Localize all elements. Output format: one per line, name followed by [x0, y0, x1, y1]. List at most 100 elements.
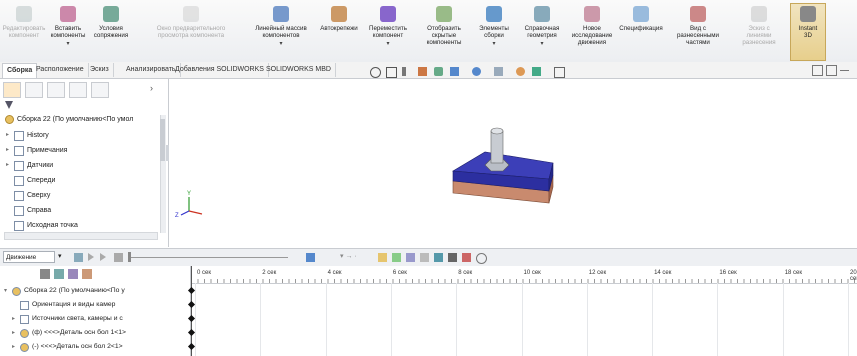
tree-item[interactable]: Справа [6, 204, 51, 217]
expand-icon[interactable]: ▸ [12, 313, 20, 325]
section-view-icon[interactable] [418, 67, 427, 76]
chevron-down-icon[interactable]: ▾ [58, 252, 62, 260]
ribbon-button-3[interactable]: Окно предварительного просмотра компонен… [138, 4, 244, 60]
motion-tree-row[interactable]: ▸ (ф) <<<>Деталь осн бол 1<1> [12, 327, 126, 339]
expand-icon[interactable]: ▸ [6, 129, 12, 142]
display-style-icon[interactable] [472, 67, 481, 76]
motion-tree-filter-icons [40, 269, 160, 279]
expand-icon[interactable]: ▸ [12, 327, 20, 339]
tree-item[interactable]: Спереди [6, 174, 55, 187]
dimxpert-manager-tab-icon[interactable] [69, 82, 87, 98]
ribbon-button-5[interactable]: Автокрепежи [318, 4, 360, 60]
zoom-to-fit-icon[interactable] [370, 67, 381, 78]
ribbon-button-11[interactable]: Спецификация [616, 4, 666, 60]
results-icon[interactable] [462, 253, 471, 262]
motion-tree-label: (ф) <<<>Деталь осн бол 1<1> [32, 329, 126, 336]
tree-item[interactable]: Сверху [6, 189, 50, 202]
feature-manager-tab-icon[interactable] [3, 82, 21, 98]
motor-icon[interactable] [406, 253, 415, 262]
tree-item[interactable]: ▸ Датчики [6, 159, 53, 172]
ribbon-button-0[interactable]: Редактировать компонент [2, 4, 46, 60]
ribbon-button-6[interactable]: Переместить компонент ▾ [362, 4, 414, 60]
study-properties-icon[interactable] [476, 253, 487, 264]
dynamic-annotation-icon[interactable] [434, 67, 443, 76]
tab-1[interactable]: Расположение [32, 63, 89, 77]
study-type-dropdown[interactable]: Движение сборки [3, 251, 55, 273]
gravity-icon[interactable] [448, 253, 457, 262]
timeline-gridline [652, 283, 654, 356]
motion-tree-row[interactable]: ▸ (-) <<<>Деталь осн бол 2<1> [12, 341, 123, 353]
expand-icon[interactable]: ▾ [4, 285, 12, 297]
ribbon-button-8[interactable]: Элементы сборки ▾ [474, 4, 514, 60]
contact-icon[interactable] [434, 253, 443, 262]
tree-item[interactable]: ▸ Примечания [6, 144, 67, 157]
chevron-down-icon[interactable]: ▾ [386, 40, 389, 47]
ribbon-button-12[interactable]: Вид с разнесенными частями [670, 4, 726, 60]
expand-icon[interactable]: ▸ [12, 341, 20, 353]
svg-text:Y: Y [187, 191, 191, 197]
filter-animated-icon[interactable] [40, 269, 50, 279]
previous-view-icon[interactable] [402, 67, 415, 76]
playback-slider[interactable] [128, 257, 288, 258]
motion-tree-row[interactable]: ▾ Сборка 22 (По умолчанию<По у [4, 285, 125, 297]
zoom-area-icon[interactable] [386, 67, 397, 78]
stop-icon[interactable] [114, 253, 123, 262]
spring-icon[interactable] [420, 253, 429, 262]
configuration-manager-tab-icon[interactable] [47, 82, 65, 98]
save-animation-icon[interactable]: ▾ → · [340, 252, 357, 260]
property-manager-tab-icon[interactable] [25, 82, 43, 98]
expand-icon[interactable]: ▸ [6, 144, 12, 157]
chevron-down-icon[interactable]: ▾ [279, 40, 282, 47]
ribbon-button-13[interactable]: Эскиз с линиями разнесения [734, 4, 784, 60]
ribbon-button-label: Автокрепежи [320, 25, 358, 32]
ribbon-button-2[interactable]: Условия сопряжения [88, 4, 134, 60]
ribbon-button-4[interactable]: Линейный массив компонентов ▾ [250, 4, 312, 60]
edit-appearance-icon[interactable] [516, 67, 525, 76]
view-settings-icon[interactable] [554, 67, 565, 78]
ribbon-button-10[interactable]: Новое исследование движения [568, 4, 616, 60]
autokey-icon[interactable] [378, 253, 387, 262]
motion-tree-row[interactable]: ▸ Источники света, камеры и с [12, 313, 123, 325]
hide-show-items-icon[interactable] [494, 67, 503, 76]
chevron-right-icon[interactable]: › [150, 83, 153, 93]
calculate-icon[interactable] [74, 253, 83, 262]
display-manager-tab-icon[interactable] [91, 82, 109, 98]
restore-icon[interactable] [812, 65, 823, 76]
ribbon-button-label: Эскиз с линиями разнесения [742, 25, 776, 46]
chevron-down-icon[interactable]: ▾ [492, 40, 495, 47]
playback-speed-icon[interactable] [306, 253, 315, 262]
horizontal-scrollbar[interactable] [4, 232, 158, 240]
chevron-down-icon[interactable]: ▾ [66, 40, 69, 47]
timeline-gridline [195, 283, 196, 356]
playback-slider-handle[interactable] [128, 252, 131, 262]
view-orientation-icon[interactable] [450, 67, 459, 76]
ribbon-button-label: Переместить компонент [369, 25, 407, 39]
play-icon[interactable] [100, 253, 106, 261]
expand-icon[interactable]: ▸ [6, 159, 12, 172]
tab-4[interactable]: Добавления SOLIDWORKS [171, 63, 269, 77]
chevron-down-icon[interactable]: ▾ [540, 40, 543, 47]
ribbon-button-1[interactable]: Вставить компоненты ▾ [48, 4, 88, 60]
plane-icon [14, 175, 24, 186]
minimize-icon[interactable] [840, 70, 849, 71]
filter-driving-icon[interactable] [54, 269, 64, 279]
tree-item[interactable]: ▸ History [6, 129, 49, 142]
ribbon-button-label: Вставить компоненты [50, 25, 86, 39]
filter-results-icon[interactable] [82, 269, 92, 279]
play-from-start-icon[interactable] [88, 253, 94, 261]
tree-root-item[interactable]: Сборка 22 (По умолчанию<По умол [3, 113, 133, 126]
apply-scene-icon[interactable] [532, 67, 541, 76]
motion-tree-row[interactable]: Ориентация и виды камер [12, 299, 115, 311]
tree-item[interactable]: Исходная точка [6, 219, 78, 232]
graphics-area[interactable]: Y Z [169, 79, 857, 247]
ribbon-button-14[interactable]: Instant 3D [790, 3, 826, 61]
add-key-icon[interactable] [392, 253, 401, 262]
filter-selected-icon[interactable] [68, 269, 78, 279]
tile-icon[interactable] [826, 65, 837, 76]
ribbon-button-7[interactable]: Отобразить скрытые компоненты [420, 4, 468, 60]
filter-icon[interactable] [5, 101, 13, 109]
tree-scrollbar-thumb[interactable] [160, 119, 165, 161]
tab-2[interactable]: Эскиз [86, 63, 114, 77]
timeline-gridline [456, 283, 458, 356]
ribbon-button-9[interactable]: Справочная геометрия ▾ [520, 4, 564, 60]
